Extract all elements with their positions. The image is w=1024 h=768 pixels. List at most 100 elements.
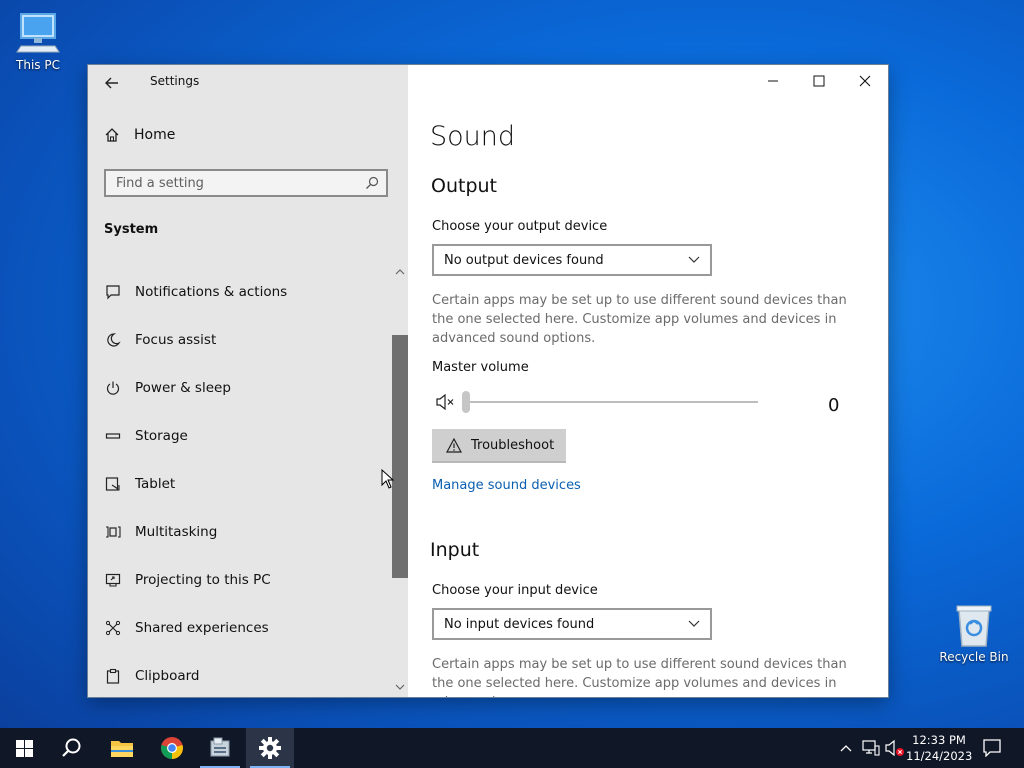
sidebar-item-clipboard[interactable]: Clipboard xyxy=(88,652,388,697)
desktop-icon-label: Recycle Bin xyxy=(939,650,1009,664)
nav-list: Notifications & actions Focus assist Pow… xyxy=(88,268,388,697)
sidebar-item-focus-assist[interactable]: Focus assist xyxy=(88,316,388,364)
notifications-icon xyxy=(104,283,122,301)
tablet-icon xyxy=(104,475,122,493)
chevron-down-icon xyxy=(688,256,700,263)
minimize-button[interactable] xyxy=(750,65,796,97)
desktop-icon-this-pc[interactable]: This PC xyxy=(2,10,74,72)
recycle-bin-icon xyxy=(951,602,997,648)
output-device-value: No output devices found xyxy=(444,252,604,268)
minimize-icon xyxy=(768,80,778,82)
clipboard-icon xyxy=(104,667,122,685)
app-title: Settings xyxy=(150,74,200,88)
output-heading: Output xyxy=(431,175,497,197)
notifications-icon xyxy=(983,739,1001,757)
sidebar-item-multitasking[interactable]: Multitasking xyxy=(88,508,388,556)
settings-window: Settings Home System Notifications & act… xyxy=(88,65,888,697)
moon-icon xyxy=(104,331,122,349)
taskbar-app[interactable] xyxy=(196,728,244,768)
warning-icon xyxy=(446,437,462,453)
back-button[interactable] xyxy=(100,71,124,95)
output-device-label: Choose your output device xyxy=(432,219,608,234)
sidebar-item-tablet[interactable]: Tablet xyxy=(88,460,388,508)
power-icon xyxy=(104,379,122,397)
input-device-label: Choose your input device xyxy=(432,583,598,598)
sidebar-item-label: Shared experiences xyxy=(135,620,269,636)
taskbar-settings[interactable] xyxy=(246,728,294,768)
settings-sidebar: Settings Home System Notifications & act… xyxy=(88,65,408,697)
master-volume-slider[interactable] xyxy=(464,401,758,403)
sidebar-item-label: Notifications & actions xyxy=(135,284,288,300)
sidebar-item-storage[interactable]: Storage xyxy=(88,412,388,460)
title-bar: Settings xyxy=(88,65,408,99)
desktop-icon-recycle-bin[interactable]: Recycle Bin xyxy=(938,602,1010,664)
tray-volume[interactable] xyxy=(884,728,906,768)
folder-icon xyxy=(111,741,133,757)
input-description: Certain apps may be set up to use differ… xyxy=(432,657,847,697)
search-box[interactable] xyxy=(104,169,388,197)
windows-logo-icon xyxy=(15,739,33,757)
desktop-icon-label: This PC xyxy=(16,58,60,72)
sidebar-item-shared-experiences[interactable]: Shared experiences xyxy=(88,604,388,652)
chrome-icon xyxy=(161,737,183,759)
scroll-down-icon[interactable] xyxy=(395,683,405,691)
sidebar-item-notifications[interactable]: Notifications & actions xyxy=(88,268,388,316)
taskbar-search-button[interactable] xyxy=(48,728,96,768)
mouse-cursor-icon xyxy=(381,469,395,489)
close-button[interactable] xyxy=(842,65,888,97)
sidebar-item-label: Clipboard xyxy=(135,668,200,684)
input-device-dropdown[interactable]: No input devices found xyxy=(432,608,712,640)
shared-experiences-icon xyxy=(104,619,122,637)
input-heading: Input xyxy=(430,539,480,561)
scroll-up-icon[interactable] xyxy=(395,268,405,276)
content-pane: Sound Output Choose your output device N… xyxy=(408,65,888,697)
close-icon xyxy=(859,75,871,87)
section-title: System xyxy=(104,222,159,237)
chevron-up-icon xyxy=(840,745,852,752)
sidebar-item-projecting[interactable]: Projecting to this PC xyxy=(88,556,388,604)
nav-home[interactable]: Home xyxy=(104,127,175,143)
sidebar-scrollbar-thumb[interactable] xyxy=(392,335,408,578)
multitasking-icon xyxy=(104,523,122,541)
sidebar-item-label: Tablet xyxy=(135,476,176,492)
gear-icon xyxy=(259,737,281,759)
sidebar-item-label: Multitasking xyxy=(135,524,218,540)
sidebar-item-power-sleep[interactable]: Power & sleep xyxy=(88,364,388,412)
search-input[interactable] xyxy=(106,171,366,195)
sidebar-item-label: Storage xyxy=(135,428,188,444)
chevron-down-icon xyxy=(688,620,700,627)
master-volume-row: 0 xyxy=(432,391,852,416)
clock-time: 12:33 PM xyxy=(912,733,966,747)
manage-sound-devices-link[interactable]: Manage sound devices xyxy=(432,478,581,493)
home-icon xyxy=(105,128,119,142)
back-arrow-icon xyxy=(105,77,118,89)
master-volume-label: Master volume xyxy=(432,360,529,375)
master-volume-value: 0 xyxy=(828,395,840,416)
input-device-value: No input devices found xyxy=(444,616,595,632)
sidebar-item-label: Power & sleep xyxy=(135,380,231,396)
master-volume-slider-thumb[interactable] xyxy=(462,391,470,413)
clock-date: 11/24/2023 xyxy=(906,749,973,763)
maximize-icon xyxy=(813,75,825,87)
search-icon xyxy=(62,738,81,757)
troubleshoot-button[interactable]: Troubleshoot xyxy=(432,429,566,461)
taskbar-clock[interactable]: 12:33 PM 11/24/2023 xyxy=(906,732,972,764)
output-device-dropdown[interactable]: No output devices found xyxy=(432,244,712,276)
start-button[interactable] xyxy=(0,728,48,768)
sidebar-item-label: Projecting to this PC xyxy=(135,572,271,588)
projecting-icon xyxy=(104,571,122,589)
search-icon[interactable] xyxy=(364,175,380,191)
maximize-button[interactable] xyxy=(796,65,842,97)
taskbar-file-explorer[interactable] xyxy=(98,728,146,768)
speaker-muted-icon xyxy=(885,739,904,757)
tray-chevron-up[interactable] xyxy=(836,728,856,768)
network-icon xyxy=(862,740,880,756)
action-center-button[interactable] xyxy=(980,728,1004,768)
sidebar-item-label: Focus assist xyxy=(135,332,217,348)
tray-network[interactable] xyxy=(860,728,882,768)
taskbar-chrome[interactable] xyxy=(148,728,196,768)
storage-icon xyxy=(104,427,122,445)
speaker-muted-icon[interactable] xyxy=(436,393,456,411)
troubleshoot-label: Troubleshoot xyxy=(471,437,555,453)
output-description: Certain apps may be set up to use differ… xyxy=(432,293,847,346)
